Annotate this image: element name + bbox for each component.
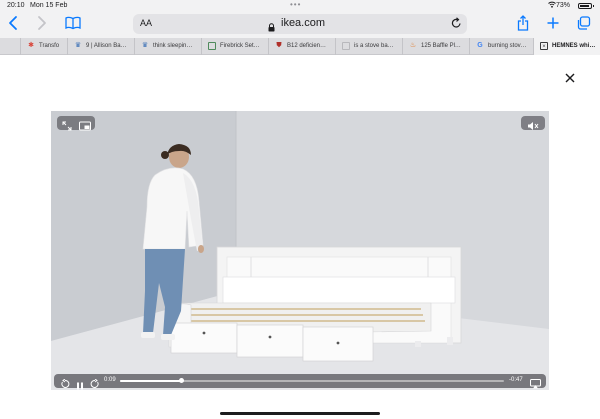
forward-icon[interactable] [37, 15, 47, 35]
tab-label: HEMNES whi… [552, 43, 596, 49]
lock-icon [268, 19, 275, 32]
close-video-button[interactable] [565, 72, 575, 86]
fullscreen-icon[interactable] [62, 118, 72, 136]
blank-page-icon [342, 42, 350, 50]
crown-icon: ♛ [74, 42, 82, 49]
pause-icon[interactable] [76, 377, 84, 390]
home-indicator[interactable] [220, 412, 380, 415]
close-tab-icon[interactable]: × [540, 42, 548, 50]
tab-overview-icon[interactable] [577, 15, 591, 35]
text-size-button[interactable]: AA [140, 18, 152, 28]
tab-burning-stove[interactable]: G burning stov… [469, 38, 533, 55]
picture-in-picture-icon[interactable] [79, 118, 91, 136]
battery-icon [578, 3, 592, 9]
url-text: ikea.com [281, 17, 326, 29]
grid-icon [208, 42, 216, 50]
address-bar[interactable]: AA ikea.com [133, 14, 467, 34]
tab-think-sleeping[interactable]: ♛ think sleepin… [134, 38, 201, 55]
flame-icon: ♨ [409, 42, 417, 49]
status-bar: 20:10 Mon 15 Feb ••• 73% [0, 0, 600, 11]
tab-allison-ba[interactable]: ♛ 9 | Allison Ba… [67, 38, 134, 55]
video-player[interactable]: 0:09 -0:47 [51, 111, 549, 390]
tab-label: burning stov… [488, 43, 527, 49]
browser-toolbar: AA ikea.com [0, 11, 600, 38]
tab-firebrick-set[interactable]: Firebrick Set… [201, 38, 268, 55]
tab-label: think sleepin… [153, 43, 193, 49]
progress-fill [120, 380, 182, 382]
tab-bar: ✱ Transfo ♛ 9 | Allison Ba… ♛ think slee… [0, 38, 600, 55]
new-tab-icon[interactable] [547, 15, 559, 35]
progress-thumb[interactable] [179, 378, 185, 383]
tab-label: 9 | Allison Ba… [86, 43, 127, 49]
star-icon: ✱ [28, 42, 34, 49]
battery-fill [580, 5, 589, 7]
battery-cap [593, 5, 594, 7]
airplay-icon[interactable] [530, 376, 541, 390]
tab-baffle-pl[interactable]: ♨ 125 Baffle Pl… [402, 38, 469, 55]
reload-icon[interactable] [451, 17, 462, 32]
video-frame [51, 111, 549, 390]
tab-stove-ba[interactable]: is a stove ba… [335, 38, 402, 55]
status-time: 20:10 [7, 2, 25, 9]
elapsed-time: 0:09 [104, 377, 116, 383]
tab-label: Firebrick Set… [220, 43, 260, 49]
wifi-icon [548, 1, 556, 10]
progress-scrubber[interactable] [120, 378, 504, 383]
video-top-left-controls [57, 116, 95, 131]
remaining-time: -0:47 [509, 377, 523, 383]
status-date: Mon 15 Feb [30, 2, 68, 9]
google-icon: G [477, 42, 483, 49]
tab-b12-deficiency[interactable]: ⛊ B12 deficien… [268, 38, 335, 55]
skip-back-icon[interactable] [60, 376, 70, 390]
bookmarks-icon[interactable] [65, 15, 81, 35]
crown-icon: ♛ [141, 42, 149, 49]
video-control-bar: 0:09 -0:47 [54, 374, 546, 390]
tab-label: is a stove ba… [354, 43, 394, 49]
multitasking-dots-icon[interactable]: ••• [290, 0, 301, 9]
muted-speaker-icon[interactable] [527, 118, 539, 136]
tab-hemnes-active[interactable]: × HEMNES whi… [533, 38, 600, 55]
skip-forward-icon[interactable] [90, 376, 100, 390]
tab-transfo[interactable]: ✱ Transfo [20, 38, 67, 55]
share-icon[interactable] [517, 15, 529, 35]
tab-label: 125 Baffle Pl… [421, 43, 461, 49]
back-icon[interactable] [8, 15, 18, 35]
video-top-right-controls [521, 116, 545, 130]
battery-percentage: 73% [556, 2, 571, 9]
tab-label: B12 deficien… [287, 43, 327, 49]
shield-icon: ⛊ [276, 42, 282, 49]
tab-label: Transfo [39, 43, 60, 49]
